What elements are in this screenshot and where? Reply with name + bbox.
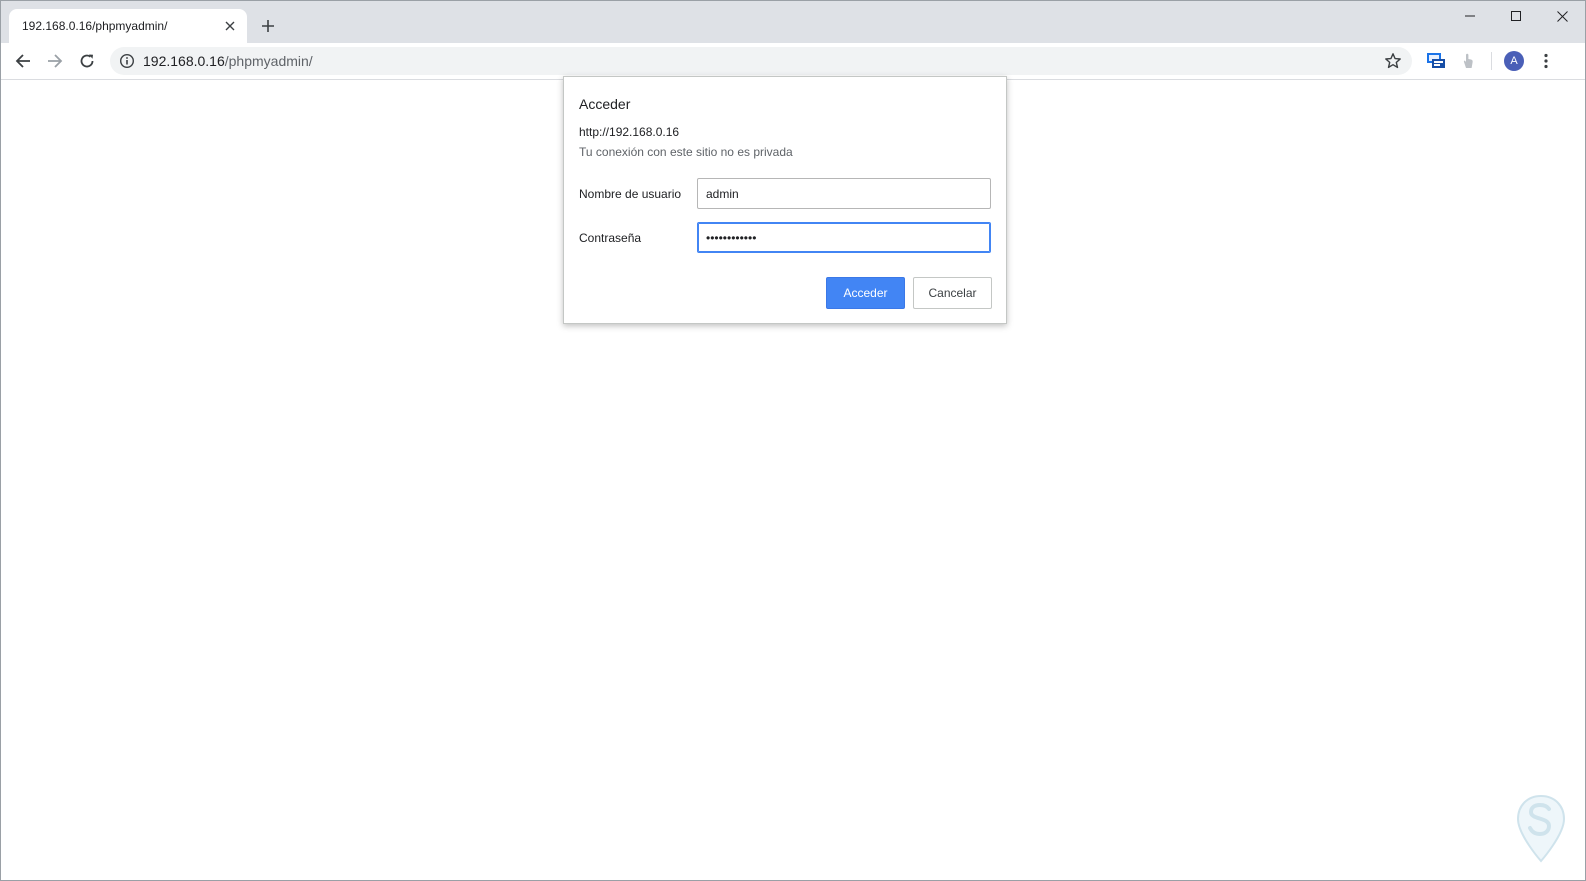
username-label: Nombre de usuario	[579, 187, 682, 201]
username-input[interactable]	[697, 178, 991, 209]
monitor-chat-icon[interactable]	[1424, 49, 1448, 73]
address-url: 192.168.0.16/phpmyadmin/	[143, 53, 313, 69]
auth-dialog: Acceder http://192.168.0.16 Tu conexión …	[563, 76, 1007, 324]
password-label: Contraseña	[579, 231, 642, 245]
tab-phpmyadmin[interactable]: 192.168.0.16/phpmyadmin/	[9, 9, 247, 43]
acceder-button[interactable]: Acceder	[826, 277, 905, 309]
back-arrow-icon[interactable]	[11, 49, 35, 73]
toolbar-separator	[1491, 52, 1492, 70]
address-bar[interactable]: 192.168.0.16/phpmyadmin/	[110, 47, 1412, 75]
reload-icon[interactable]	[75, 49, 99, 73]
dialog-origin: http://192.168.0.16	[579, 125, 680, 139]
url-host: 192.168.0.16	[143, 53, 225, 69]
maximize-icon[interactable]	[1493, 1, 1539, 31]
new-tab-plus-icon[interactable]	[257, 15, 279, 37]
close-tab-icon[interactable]	[221, 17, 239, 35]
dialog-warning: Tu conexión con este sitio no es privada	[579, 145, 793, 159]
cancel-button[interactable]: Cancelar	[913, 277, 992, 309]
close-window-icon[interactable]	[1539, 1, 1585, 31]
tab-title: 192.168.0.16/phpmyadmin/	[22, 19, 168, 33]
kebab-menu-icon[interactable]	[1534, 49, 1558, 73]
info-icon[interactable]	[119, 53, 135, 69]
touch-hand-icon[interactable]	[1456, 49, 1480, 73]
watermark-logo	[1513, 793, 1569, 867]
dialog-title: Acceder	[579, 96, 631, 112]
browser-window: 192.168.0.16/phpmyadmin/ 192.168.0.16/ph…	[0, 0, 1586, 881]
toolbar: 192.168.0.16/phpmyadmin/ A	[1, 43, 1585, 80]
minimize-icon[interactable]	[1447, 1, 1493, 31]
password-input[interactable]	[697, 222, 991, 253]
profile-avatar[interactable]: A	[1504, 51, 1524, 71]
bookmark-star-icon[interactable]	[1384, 52, 1402, 70]
forward-arrow-icon[interactable]	[43, 49, 67, 73]
window-controls	[1447, 1, 1585, 31]
url-path: /phpmyadmin/	[224, 53, 313, 69]
tab-strip: 192.168.0.16/phpmyadmin/	[1, 1, 1585, 43]
